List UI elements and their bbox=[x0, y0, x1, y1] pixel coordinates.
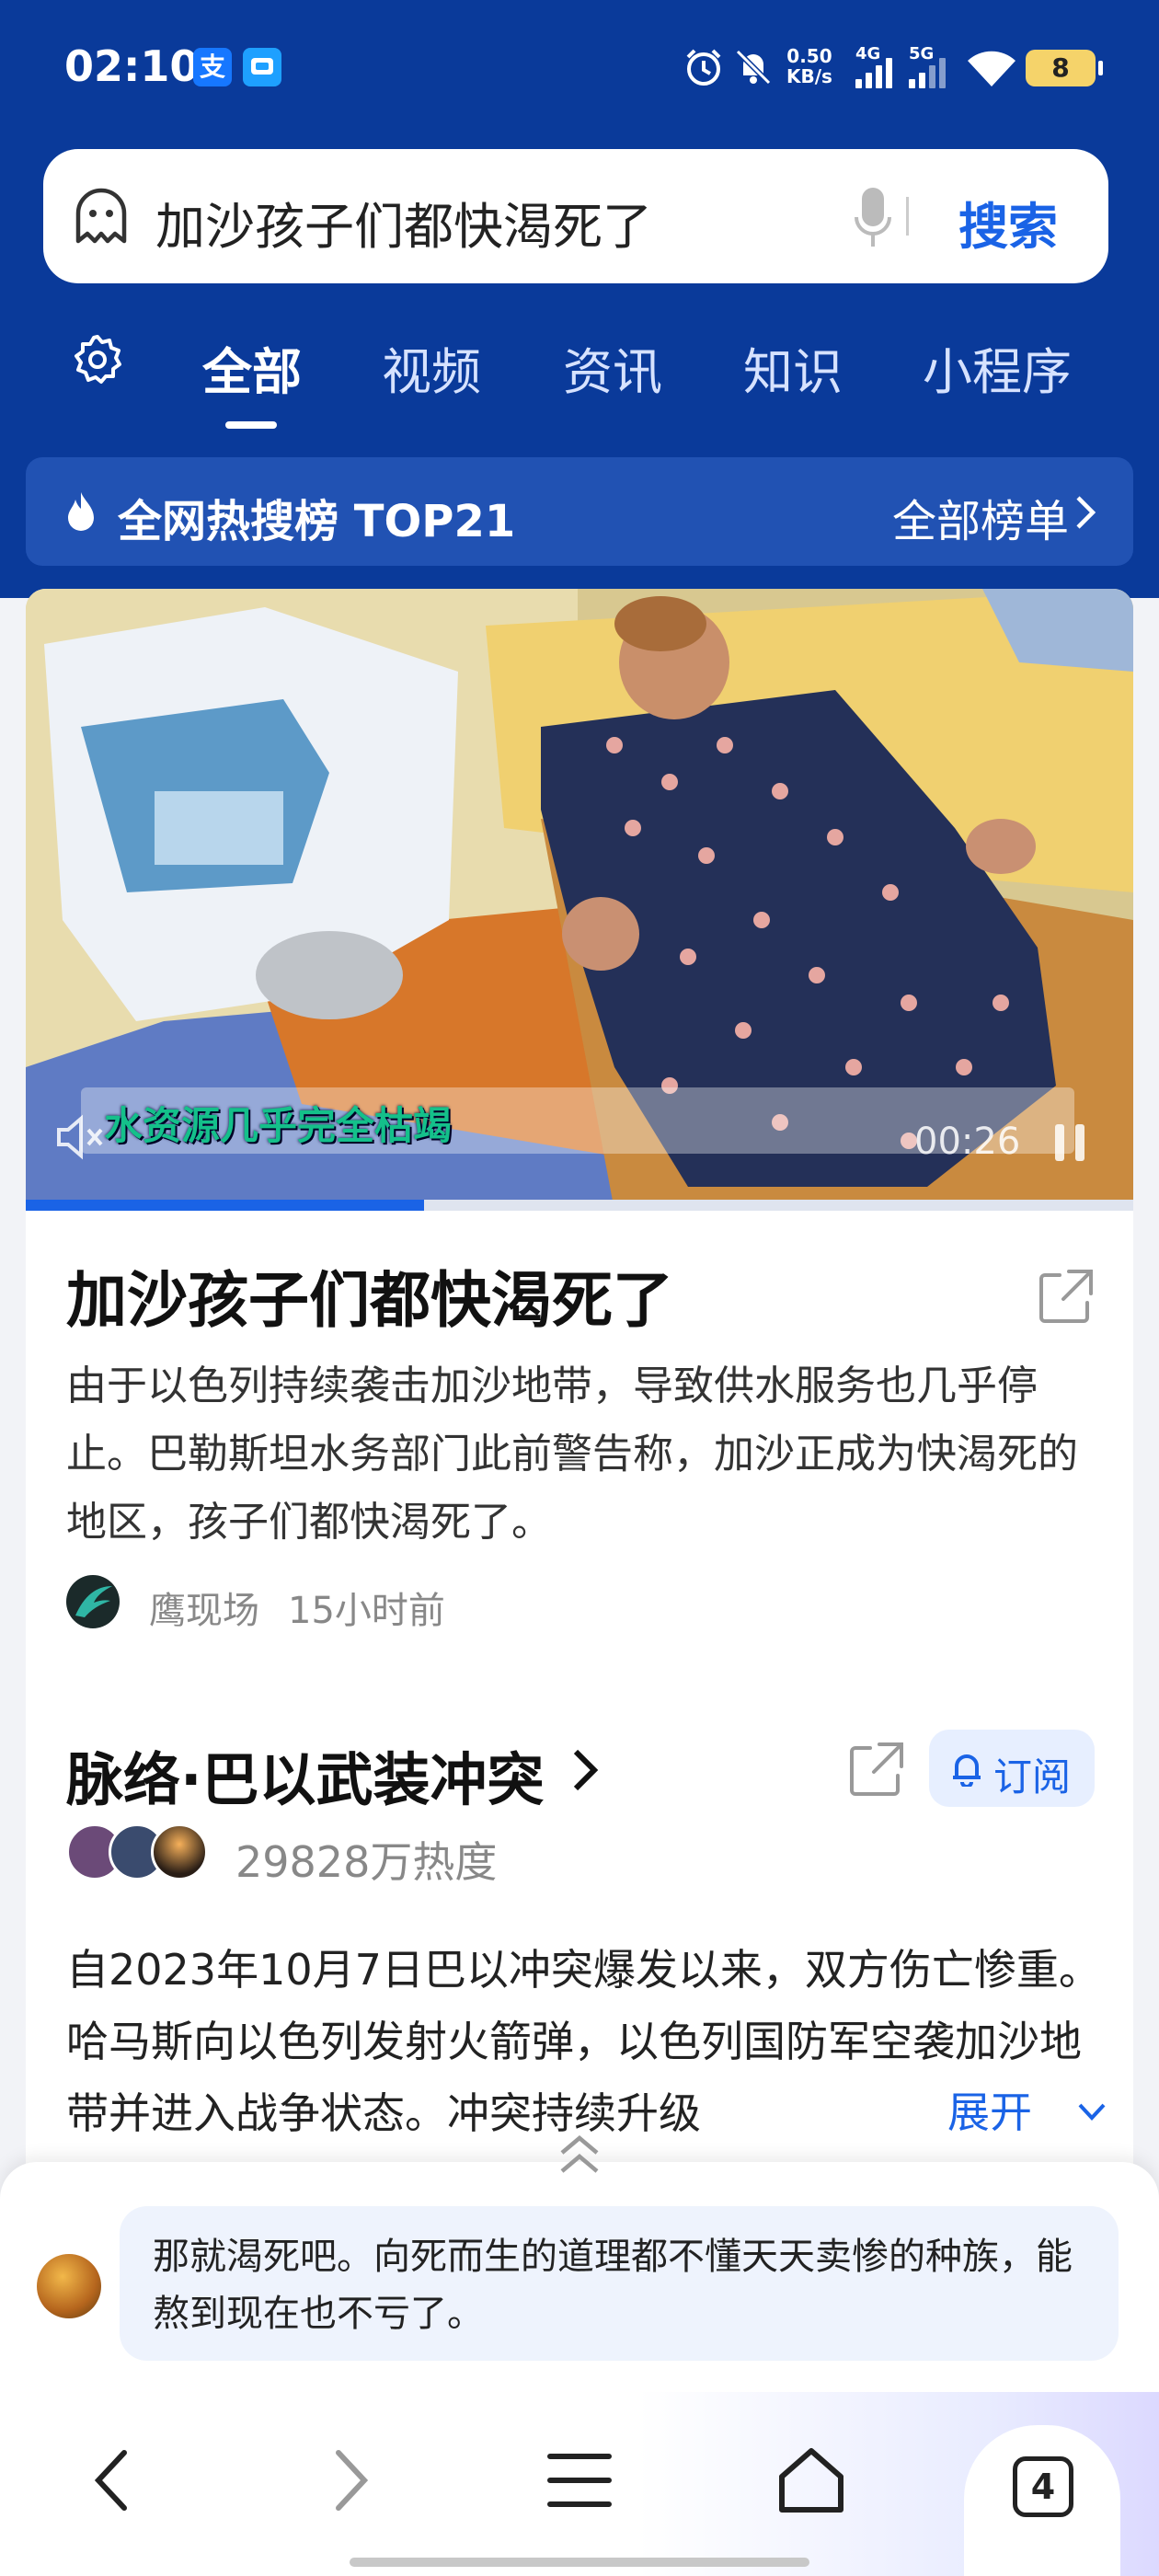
chevron-down-icon bbox=[1078, 2103, 1106, 2121]
result-card: 水资源几乎完全枯竭 00:26 加沙孩子们都快渴死了 由于以色列持续袭击加沙地带… bbox=[26, 589, 1133, 2291]
alarm-icon bbox=[686, 49, 721, 86]
signal-bars-2 bbox=[909, 57, 953, 88]
mic-icon[interactable] bbox=[853, 186, 893, 248]
chevron-right-icon bbox=[573, 1749, 599, 1791]
active-tab-indicator bbox=[225, 421, 277, 429]
comment-bubble[interactable]: 那就渴死吧。向死而生的道理都不懂天天卖惨的种族，能熬到现在也不亏了。 bbox=[120, 2206, 1119, 2361]
hot-list-title: 全网热搜榜 TOP21 bbox=[118, 496, 516, 547]
video-progress-fill bbox=[26, 1200, 425, 1211]
status-time: 02:10 bbox=[64, 41, 200, 91]
ghost-icon bbox=[75, 188, 127, 244]
share-icon[interactable] bbox=[1036, 1266, 1096, 1327]
net-speed: 0.50 KB/s bbox=[786, 45, 832, 87]
topic-title[interactable]: 脉络·巴以武装冲突 bbox=[66, 1733, 545, 1816]
message-notification-icon bbox=[243, 48, 281, 86]
video-progress-bar[interactable] bbox=[26, 1200, 1133, 1211]
expand-button[interactable]: 展开 bbox=[947, 2079, 1032, 2140]
subscribe-label: 订阅 bbox=[993, 1754, 1072, 1800]
video-player[interactable]: 水资源几乎完全枯竭 00:26 bbox=[26, 589, 1133, 1211]
chevron-up-icon[interactable] bbox=[557, 2134, 602, 2175]
news-description: 由于以色列持续袭击加沙地带，导致供水服务也几乎停止。巴勒斯坦水务部门此前警告称，… bbox=[66, 1363, 1078, 1546]
news-title[interactable]: 加沙孩子们都快渴死了 bbox=[66, 1251, 673, 1340]
menu-icon[interactable] bbox=[543, 2444, 616, 2517]
source-avatar bbox=[66, 1575, 120, 1628]
flame-icon bbox=[68, 492, 94, 531]
category-tabs: 全部 视频 资讯 知识 小程序 bbox=[0, 322, 1159, 432]
avatar-group bbox=[66, 1823, 223, 1880]
pause-icon[interactable] bbox=[1051, 1122, 1088, 1163]
wifi-icon bbox=[968, 51, 1016, 86]
mute-icon[interactable] bbox=[53, 1110, 109, 1165]
search-divider bbox=[906, 197, 909, 236]
avatar bbox=[151, 1823, 208, 1880]
comment-text: 那就渴死吧。向死而生的道理都不懂天天卖惨的种族，能熬到现在也不亏了。 bbox=[153, 2236, 1073, 2335]
signal-bars-1 bbox=[855, 57, 900, 88]
search-box[interactable]: 加沙孩子们都快渴死了 搜索 bbox=[43, 149, 1108, 283]
tab-count: 4 bbox=[1013, 2456, 1073, 2517]
forward-icon[interactable] bbox=[311, 2444, 384, 2517]
commenter-avatar[interactable] bbox=[37, 2254, 101, 2318]
battery-indicator: 8 bbox=[1026, 50, 1103, 86]
source-name[interactable]: 鹰现场 bbox=[149, 1581, 259, 1634]
bell-icon bbox=[953, 1754, 981, 1787]
tab-knowledge[interactable]: 知识 bbox=[743, 331, 843, 404]
home-indicator bbox=[350, 2558, 809, 2567]
search-input[interactable]: 加沙孩子们都快渴死了 bbox=[155, 186, 652, 259]
tab-all[interactable]: 全部 bbox=[202, 331, 302, 404]
tab-mini-programs[interactable]: 小程序 bbox=[923, 331, 1072, 404]
tabs-button[interactable]: 4 bbox=[964, 2425, 1120, 2576]
heat-count: 29828万热度 bbox=[235, 1837, 498, 1887]
publish-time: 15小时前 bbox=[288, 1590, 445, 1632]
hot-list-bar[interactable]: 全网热搜榜 TOP21 全部榜单 bbox=[26, 457, 1133, 566]
status-bar: 02:10 支 0.50 KB/s 4G 5G 8 bbox=[0, 0, 1159, 138]
gear-icon[interactable] bbox=[72, 333, 123, 385]
video-subtitle: 水资源几乎完全枯竭 bbox=[104, 1103, 453, 1148]
alipay-notification-icon: 支 bbox=[193, 48, 232, 86]
chevron-right-icon bbox=[1076, 496, 1096, 529]
video-duration: 00:26 bbox=[914, 1121, 1021, 1163]
all-rankings-link[interactable]: 全部榜单 bbox=[892, 485, 1069, 549]
home-icon[interactable] bbox=[775, 2444, 848, 2517]
tab-video[interactable]: 视频 bbox=[382, 331, 481, 404]
share-icon[interactable] bbox=[846, 1739, 907, 1800]
tab-news[interactable]: 资讯 bbox=[563, 331, 662, 404]
search-button[interactable]: 搜索 bbox=[958, 186, 1058, 259]
bottom-navigation: 4 bbox=[0, 2392, 1159, 2576]
subscribe-button[interactable]: 订阅 bbox=[929, 1730, 1095, 1807]
mute-bell-icon bbox=[735, 49, 772, 86]
back-icon[interactable] bbox=[78, 2444, 152, 2517]
